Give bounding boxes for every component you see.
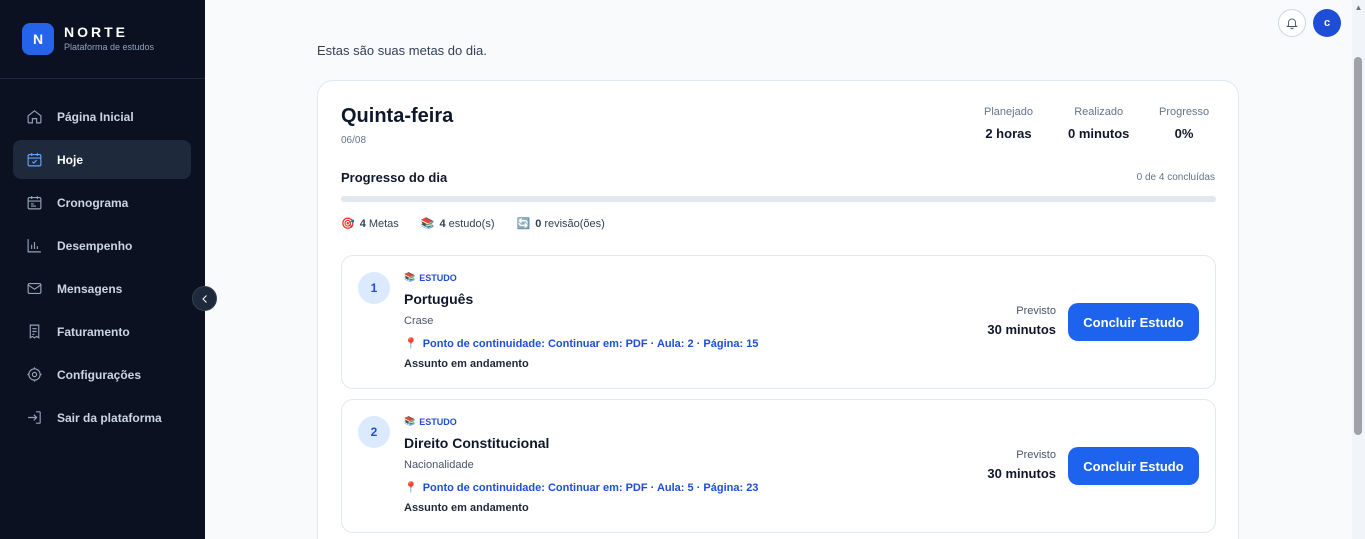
goal-continuity-link[interactable]: 📍 Ponto de continuidade: Continuar em: P… — [404, 481, 759, 495]
stat-done-label: Realizado — [1074, 106, 1124, 118]
goal-type: 📚 ESTUDO — [404, 272, 457, 283]
goal-estimate: Previsto 30 minutos — [987, 305, 1056, 337]
home-icon — [26, 108, 43, 125]
calendar-check-icon — [26, 151, 43, 168]
goal-status: Assunto em andamento — [404, 502, 529, 514]
gear-icon — [26, 366, 43, 383]
brand[interactable]: N NORTE Plataforma de estudos — [22, 23, 154, 55]
goal-type-label: ESTUDO — [419, 272, 457, 283]
pin-icon: 📍 — [404, 482, 418, 494]
books-icon: 📚 — [404, 272, 416, 282]
sidebar-divider — [0, 78, 205, 79]
target-icon: 🎯 — [341, 218, 355, 230]
goal-number: 1 — [358, 272, 390, 304]
day-card: Quinta-feira 06/08 Planejado 2 horas Rea… — [317, 80, 1239, 539]
stat-planned-label: Planejado — [984, 106, 1033, 118]
summary-review: 🔄 0 revisão(ões) — [516, 217, 605, 231]
chevron-left-icon — [201, 294, 207, 303]
sidebar-item-logout[interactable]: Sair da plataforma — [13, 398, 191, 437]
sidebar-item-settings[interactable]: Configurações — [13, 355, 191, 394]
goal-estimate-value: 30 minutos — [987, 322, 1056, 337]
sidebar-item-label: Desempenho — [57, 238, 133, 253]
scrollbar-thumb[interactable] — [1354, 57, 1362, 435]
goal-continuity-link[interactable]: 📍 Ponto de continuidade: Continuar em: P… — [404, 337, 759, 351]
summary-study-label: estudo(s) — [448, 217, 495, 230]
goal-estimate-label: Previsto — [1016, 305, 1056, 317]
goal-subject: Direito Constitucional — [404, 435, 550, 451]
stat-planned: Planejado 2 horas — [984, 105, 1033, 141]
goal-number: 2 — [358, 416, 390, 448]
day-date: 06/08 — [341, 135, 367, 146]
goals-summary: 🎯 4 Metas 📚 4 estudo(s) 🔄 0 revisão(ões) — [341, 217, 627, 231]
goal-estimate-value: 30 minutos — [987, 466, 1056, 481]
sidebar-item-label: Faturamento — [57, 324, 130, 339]
summary-review-count: 0 — [535, 217, 542, 230]
goal-subject: Português — [404, 291, 474, 307]
goal-card: 1 📚 ESTUDO Português Crase 📍 Ponto de co… — [341, 255, 1216, 389]
goal-estimate: Previsto 30 minutos — [987, 449, 1056, 481]
books-icon: 📚 — [404, 416, 416, 426]
complete-study-button[interactable]: Concluir Estudo — [1068, 303, 1199, 341]
sidebar-item-home[interactable]: Página Inicial — [13, 97, 191, 136]
stat-planned-value: 2 horas — [985, 126, 1032, 141]
sidebar-nav: Página Inicial Hoje Cronograma Desempenh… — [13, 97, 191, 441]
sidebar-item-schedule[interactable]: Cronograma — [13, 183, 191, 222]
brand-name: NORTE — [64, 24, 128, 40]
goal-continuity-text: Ponto de continuidade: Continuar em: PDF… — [422, 481, 759, 494]
books-icon: 📚 — [420, 218, 435, 230]
receipt-icon — [26, 323, 43, 340]
sidebar-item-label: Hoje — [57, 152, 84, 167]
sidebar-item-label: Página Inicial — [57, 109, 134, 124]
summary-review-label: revisão(ões) — [544, 217, 605, 230]
sidebar: N NORTE Plataforma de estudos Página Ini… — [0, 0, 205, 539]
summary-goals-label: Metas — [368, 217, 399, 230]
scroll-up-arrow-icon[interactable]: ▲ — [1353, 3, 1364, 13]
brand-logo: N — [22, 23, 54, 55]
progress-count: 0 de 4 concluídas — [1136, 172, 1215, 183]
pin-icon: 📍 — [404, 338, 418, 350]
bar-chart-icon — [26, 237, 43, 254]
stat-progress: Progresso 0% — [1159, 105, 1209, 141]
stat-done-value: 0 minutos — [1068, 126, 1130, 141]
stat-progress-value: 0% — [1174, 126, 1194, 141]
sidebar-item-label: Mensagens — [57, 281, 123, 296]
goal-status: Assunto em andamento — [404, 358, 529, 370]
goal-type-label: ESTUDO — [419, 416, 457, 427]
sidebar-item-billing[interactable]: Faturamento — [13, 312, 191, 351]
stat-progress-label: Progresso — [1159, 106, 1210, 118]
sidebar-item-today[interactable]: Hoje — [13, 140, 191, 179]
goal-estimate-label: Previsto — [1016, 449, 1056, 461]
stat-done: Realizado 0 minutos — [1068, 105, 1129, 141]
day-title: Quinta-feira — [341, 105, 454, 127]
bell-icon — [1286, 18, 1298, 30]
summary-goals-count: 4 — [359, 217, 366, 230]
sidebar-item-messages[interactable]: Mensagens — [13, 269, 191, 308]
calendar-icon — [26, 194, 43, 211]
complete-study-button[interactable]: Concluir Estudo — [1068, 447, 1199, 485]
sidebar-item-label: Configurações — [57, 367, 142, 382]
brand-subtitle: Plataforma de estudos — [64, 42, 155, 52]
sidebar-collapse-button[interactable] — [192, 286, 217, 311]
goal-continuity-text: Ponto de continuidade: Continuar em: PDF… — [422, 337, 759, 350]
greeting-text: Estas são suas metas do dia. — [317, 43, 487, 58]
notifications-button[interactable] — [1278, 9, 1306, 37]
mail-icon — [26, 280, 43, 297]
avatar[interactable]: c — [1313, 9, 1341, 37]
goal-card: 2 📚 ESTUDO Direito Constitucional Nacion… — [341, 399, 1216, 533]
progress-title: Progresso do dia — [341, 170, 448, 185]
review-icon: 🔄 — [516, 218, 531, 230]
goal-topic: Crase — [404, 315, 434, 327]
sidebar-item-label: Sair da plataforma — [57, 410, 162, 425]
day-progress-bar — [341, 196, 1216, 202]
logout-icon — [26, 409, 43, 426]
sidebar-item-performance[interactable]: Desempenho — [13, 226, 191, 265]
goal-topic: Nacionalidade — [404, 459, 474, 471]
summary-goals: 🎯 4 Metas — [341, 217, 399, 231]
summary-study-count: 4 — [439, 217, 446, 230]
summary-study: 📚 4 estudo(s) — [420, 217, 495, 231]
sidebar-item-label: Cronograma — [57, 195, 129, 210]
goal-type: 📚 ESTUDO — [404, 416, 457, 427]
